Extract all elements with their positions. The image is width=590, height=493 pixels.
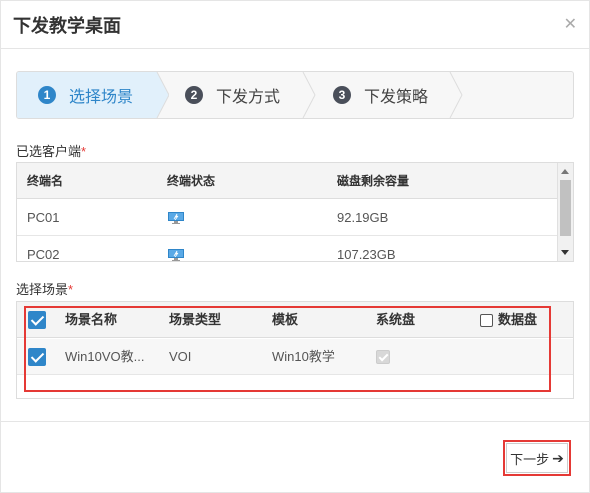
scroll-down-icon[interactable] [561,250,569,255]
clients-label-text: 已选客户端 [16,144,82,159]
disk-free: 92.19GB [337,210,389,225]
column-header[interactable]: 终端状态 [167,163,215,199]
step-divider [302,72,316,118]
close-icon[interactable]: ✕ [564,14,577,34]
disk-free: 107.23GB [337,247,396,262]
step-distribution-policy[interactable]: 3 下发策略 [333,72,428,118]
client-name: PC01 [27,210,60,225]
scenes-label-text: 选择场景 [16,282,69,297]
step-label: 下发方式 [216,89,281,106]
vertical-scrollbar[interactable] [557,163,573,261]
step-distribution-method[interactable]: 2 下发方式 [185,72,280,118]
table-header: 终端名 终端状态 磁盘剩余容量 [17,163,558,199]
monitor-icon [168,212,184,224]
clients-label: 已选客户端* [16,141,86,160]
table-row[interactable]: PC02 107.23GB [17,237,558,262]
step-number: 3 [333,86,351,104]
dialog: 下发教学桌面 ✕ 1 选择场景 2 下发方式 3 下发策略 已选客户端* 终端名… [0,0,590,493]
step-select-scene[interactable]: 1 选择场景 [38,72,133,118]
required-mark: * [81,144,87,159]
table-row[interactable]: PC01 92.19GB [17,200,558,236]
column-header[interactable]: 磁盘剩余容量 [337,163,409,199]
step-number: 2 [185,86,203,104]
client-name: PC02 [27,247,60,262]
dialog-header: 下发教学桌面 ✕ [1,1,589,49]
dialog-title: 下发教学桌面 [13,16,121,36]
required-mark: * [68,282,74,297]
column-header[interactable]: 终端名 [27,163,63,199]
step-label: 下发策略 [364,89,429,106]
highlight-box [503,440,571,476]
stepper: 1 选择场景 2 下发方式 3 下发策略 [16,71,574,119]
highlight-box [24,306,551,392]
step-label: 选择场景 [69,89,134,106]
scroll-thumb[interactable] [560,180,571,236]
clients-table: 终端名 终端状态 磁盘剩余容量 PC01 92.19GB PC02 107.23… [16,162,574,262]
step-divider [449,72,463,118]
monitor-icon [168,249,184,261]
footer-divider [1,421,589,422]
scroll-up-icon[interactable] [561,169,569,174]
scenes-label: 选择场景* [16,279,73,298]
step-divider [155,72,169,118]
step-number: 1 [38,86,56,104]
